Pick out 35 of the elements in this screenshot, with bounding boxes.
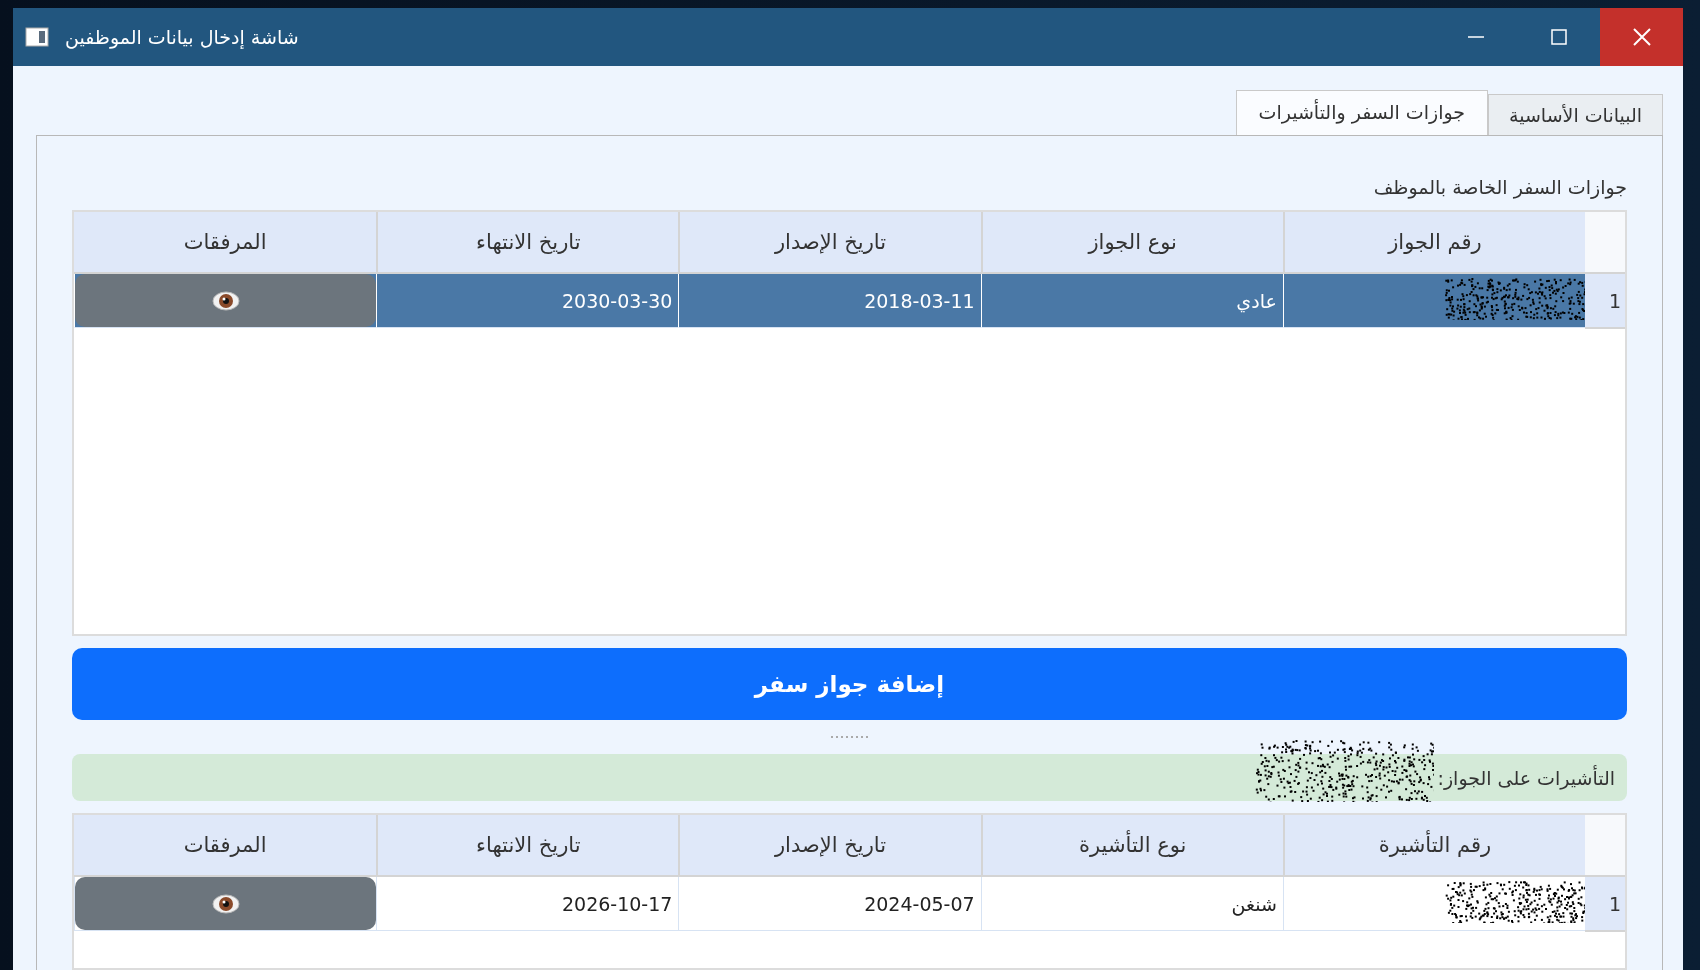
minimize-icon	[1467, 36, 1484, 38]
column-header[interactable]: رقم الجواز	[1282, 212, 1585, 274]
table-cell: 2026-10-17	[376, 877, 679, 931]
column-header[interactable]: المرفقات	[74, 212, 377, 274]
section-label: جوازات السفر الخاصة بالموظف	[1372, 176, 1627, 198]
column-header[interactable]: رقم التأشيرة	[1282, 815, 1585, 877]
table-cell: شنغن	[980, 877, 1283, 931]
view-attachment-button[interactable]	[75, 877, 377, 930]
row-number: 1	[1585, 877, 1625, 932]
column-header[interactable]: نوع الجواز	[980, 212, 1283, 274]
header-corner[interactable]	[1585, 212, 1625, 274]
eye-icon	[211, 290, 240, 311]
column-header[interactable]: تاريخ الإصدار	[678, 212, 981, 274]
view-attachment-button[interactable]	[75, 274, 377, 327]
splitter-handle[interactable]	[831, 736, 868, 738]
close-icon	[1631, 27, 1652, 47]
header-corner[interactable]	[1585, 815, 1625, 877]
eye-icon	[211, 893, 240, 914]
column-header[interactable]: المرفقات	[74, 815, 377, 877]
table-cell: عادي	[980, 274, 1283, 328]
window-icon	[25, 27, 49, 47]
table-cell: 2030-03-30	[376, 274, 679, 328]
window-title: شاشة إدخال بيانات الموظفين	[65, 26, 299, 48]
column-header[interactable]: نوع التأشيرة	[980, 815, 1283, 877]
tab[interactable]: البيانات الأساسية	[1488, 94, 1663, 136]
column-header[interactable]: تاريخ الإصدار	[678, 815, 981, 877]
column-header[interactable]: تاريخ الانتهاء	[376, 815, 679, 877]
row-number: 1	[1585, 274, 1625, 329]
maximize-icon	[1549, 28, 1568, 46]
table-cell: 2018-03-11	[678, 274, 981, 328]
visa-label: التأشيرات على الجواز:	[1437, 766, 1615, 789]
table-cell: 2024-05-07	[678, 877, 981, 931]
tab[interactable]: جوازات السفر والتأشيرات	[1235, 90, 1488, 136]
column-header[interactable]: تاريخ الانتهاء	[376, 212, 679, 274]
add-passport-button[interactable]: إضافة جواز سفر	[72, 648, 1627, 720]
